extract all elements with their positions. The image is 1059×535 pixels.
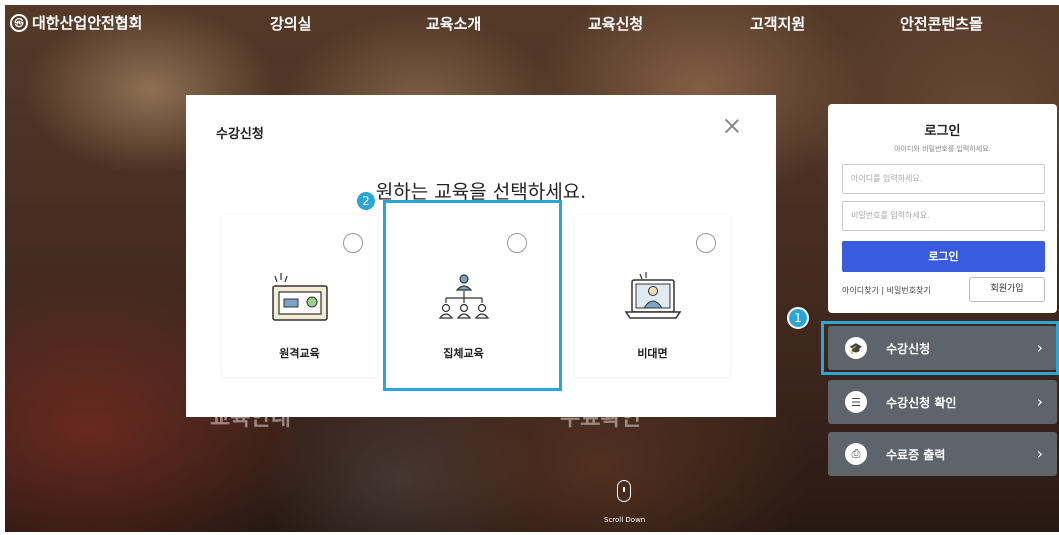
mouse-icon [617,480,631,502]
highlight-course-apply [821,321,1059,375]
chevron-right-icon: › [1036,392,1043,411]
modal-title: 수강신청 [216,127,264,142]
join-button[interactable]: 회원가입 [969,277,1045,302]
logo-text: 대한산업안전협회 [32,14,143,32]
login-button[interactable]: 로그인 [842,241,1045,272]
scroll-down-indicator[interactable]: Scroll Down [604,480,646,524]
option-card-online[interactable]: 비대면 [575,215,730,377]
frame-border-top [0,0,1059,5]
printer-icon: ⎙ [845,443,867,465]
side-menu-certificate-print[interactable]: ⎙ 수료증 출력 › [828,432,1057,476]
step-badge-2: 2 [355,190,377,212]
option-label: 원격교육 [279,347,320,360]
close-icon[interactable] [723,117,741,135]
side-menu-label: 수강신청 확인 [886,396,957,410]
option-card-remote[interactable]: 원격교육 [222,215,377,377]
nav-education-apply[interactable]: 교육신청 [588,13,643,34]
password-input[interactable]: 비밀번호를 입력하세요. [842,201,1045,231]
list-icon: ☰ [845,391,867,413]
find-account-links[interactable]: 아이디찾기 | 비밀번호찾기 [842,285,931,296]
chevron-right-icon: › [1036,444,1043,463]
id-input[interactable]: 아이디를 입력하세요. [842,164,1045,194]
login-subtitle: 아이디와 비밀번호를 입력하세요. [894,145,991,153]
frame-border-left [0,0,5,535]
highlight-group-option [383,200,562,391]
nav-classroom[interactable]: 강의실 [270,13,311,34]
radio-button[interactable] [696,233,716,253]
scroll-down-label: Scroll Down [604,516,646,524]
nav-safety-content-mall[interactable]: 안전콘텐츠몰 [900,13,983,34]
option-label: 비대면 [637,347,668,360]
login-title: 로그인 [924,124,961,139]
side-menu-apply-confirm[interactable]: ☰ 수강신청 확인 › [828,380,1057,424]
login-panel: 로그인 아이디와 비밀번호를 입력하세요. 아이디를 입력하세요. 비밀번호를 … [828,104,1057,313]
monitor-icon [222,270,377,330]
side-menu-label: 수료증 출력 [886,448,946,462]
step-badge-1: 1 [787,307,809,329]
nav-education-intro[interactable]: 교육소개 [426,13,481,34]
logo-icon: ㉿ [10,13,28,32]
radio-button[interactable] [343,233,363,253]
video-lecture-icon [575,270,730,330]
site-logo[interactable]: ㉿ 대한산업안전협회 [10,12,142,33]
nav-customer-support[interactable]: 고객지원 [750,13,805,34]
